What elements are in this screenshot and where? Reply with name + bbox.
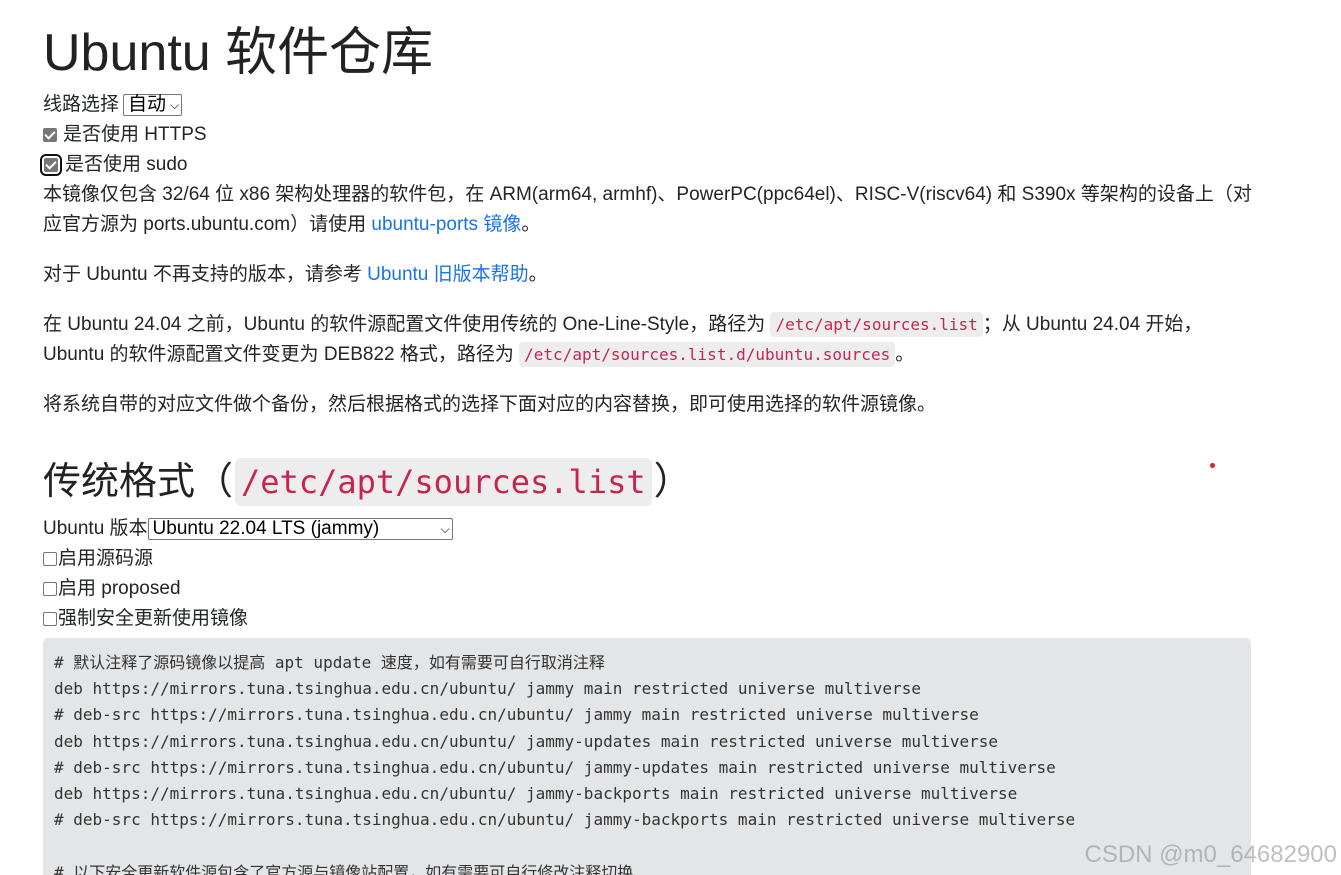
line-select-dropdown[interactable]: 自动 ⌵ bbox=[123, 94, 183, 116]
intro-paragraph-backup: 将系统自带的对应文件做个备份，然后根据格式的选择下面对应的内容替换，即可使用选择… bbox=[43, 394, 937, 415]
intro-format-text-a: 在 Ubuntu 24.04 之前，Ubuntu 的软件源配置文件使用传统的 O… bbox=[43, 314, 771, 335]
enable-source-label: 启用源码源 bbox=[58, 548, 154, 569]
line-select-value: 自动 bbox=[128, 94, 167, 115]
intro-paragraph-old-versions: 对于 Ubuntu 不再支持的版本，请参考 Ubuntu 旧版本帮助。 bbox=[43, 260, 1253, 290]
intro-arch-text: 本镜像仅包含 32/64 位 x86 架构处理器的软件包，在 ARM(arm64… bbox=[43, 184, 1252, 235]
code-line: deb https://mirrors.tuna.tsinghua.edu.cn… bbox=[54, 731, 999, 751]
section-title-code: /etc/apt/sources.list bbox=[235, 458, 652, 506]
code-line: deb https://mirrors.tuna.tsinghua.edu.cn… bbox=[54, 679, 921, 699]
chevron-down-icon: ⌵ bbox=[170, 98, 180, 112]
enable-proposed-label: 启用 proposed bbox=[58, 578, 181, 599]
intro-old-end: 。 bbox=[528, 264, 548, 285]
version-select-row: Ubuntu 版本 Ubuntu 22.04 LTS (jammy) ⌵ bbox=[43, 514, 1253, 544]
code-line: # deb-src https://mirrors.tuna.tsinghua.… bbox=[54, 757, 1056, 777]
force-security-label: 强制安全更新使用镜像 bbox=[58, 608, 249, 629]
line-select-row: 线路选择 自动 ⌵ bbox=[43, 90, 1253, 120]
section-title-suffix: ） bbox=[653, 461, 692, 503]
ubuntu-sources-path: /etc/apt/sources.list.d/ubuntu.sources bbox=[519, 342, 896, 367]
enable-source-checkbox[interactable] bbox=[43, 552, 57, 566]
sudo-label: 是否使用 sudo bbox=[65, 154, 188, 175]
version-select-value: Ubuntu 22.04 LTS (jammy) bbox=[152, 518, 380, 539]
watermark: CSDN @m0_64682900 bbox=[1084, 841, 1337, 868]
page-title: Ubuntu 软件仓库 bbox=[43, 24, 434, 82]
main-content: Ubuntu 软件仓库 线路选择 自动 ⌵ 是否使用 HTTPS 是否使用 su… bbox=[40, 0, 1253, 875]
code-line: deb https://mirrors.tuna.tsinghua.edu.cn… bbox=[54, 783, 1018, 803]
section-title-prefix: 传统格式（ bbox=[43, 461, 234, 503]
intro-paragraph-arch: 本镜像仅包含 32/64 位 x86 架构处理器的软件包，在 ARM(arm64… bbox=[43, 180, 1253, 240]
code-line: # deb-src https://mirrors.tuna.tsinghua.… bbox=[54, 810, 1076, 830]
code-line: # 默认注释了源码镜像以提高 apt update 速度，如有需要可自行取消注释 bbox=[54, 653, 605, 672]
ubuntu-ports-link[interactable]: ubuntu-ports 镜像 bbox=[371, 214, 521, 235]
force-security-checkbox[interactable] bbox=[43, 612, 57, 626]
enable-source-row: 启用源码源 bbox=[43, 544, 1253, 574]
force-security-row: 强制安全更新使用镜像 bbox=[43, 604, 1253, 634]
version-label: Ubuntu 版本 bbox=[43, 518, 148, 539]
version-select-dropdown[interactable]: Ubuntu 22.04 LTS (jammy) ⌵ bbox=[147, 518, 453, 540]
https-option-row: 是否使用 HTTPS bbox=[43, 120, 1253, 150]
chevron-down-icon: ⌵ bbox=[440, 522, 450, 536]
code-line: # deb-src https://mirrors.tuna.tsinghua.… bbox=[54, 705, 979, 725]
intro-paragraph-format: 在 Ubuntu 24.04 之前，Ubuntu 的软件源配置文件使用传统的 O… bbox=[43, 310, 1253, 370]
intro-arch-end: 。 bbox=[521, 214, 541, 235]
intro-format-end: 。 bbox=[895, 344, 915, 365]
code-line: # 以下安全更新软件源包含了官方源与镜像站配置，如有需要可自行修改注释切换 bbox=[54, 862, 634, 875]
ubuntu-old-releases-link[interactable]: Ubuntu 旧版本帮助 bbox=[367, 264, 529, 285]
sources-list-code-block[interactable]: # 默认注释了源码镜像以提高 apt update 速度，如有需要可自行取消注释… bbox=[43, 638, 1251, 875]
sudo-option-row: 是否使用 sudo bbox=[40, 150, 1253, 180]
intro-old-text: 对于 Ubuntu 不再支持的版本，请参考 bbox=[43, 264, 368, 285]
cursor-dot bbox=[1210, 463, 1215, 468]
enable-proposed-checkbox[interactable] bbox=[43, 582, 57, 596]
sudo-checkbox[interactable] bbox=[40, 154, 62, 176]
https-label: 是否使用 HTTPS bbox=[63, 124, 207, 145]
https-checkbox[interactable] bbox=[43, 128, 57, 142]
sources-list-path: /etc/apt/sources.list bbox=[770, 312, 983, 337]
section-title: 传统格式（ /etc/apt/sources.list ） bbox=[43, 454, 1253, 510]
enable-proposed-row: 启用 proposed bbox=[43, 574, 1253, 604]
line-select-label: 线路选择 bbox=[43, 94, 120, 115]
